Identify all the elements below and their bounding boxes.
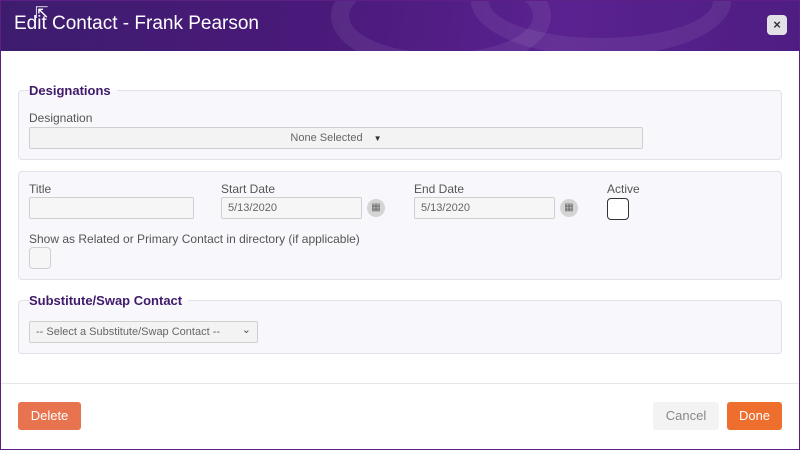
cancel-button[interactable]: Cancel — [653, 402, 719, 430]
dialog-title: Edit Contact - Frank Pearson — [14, 13, 259, 34]
title-label: Title — [29, 182, 52, 196]
designation-label: Designation — [29, 111, 93, 125]
substitute-legend: Substitute/Swap Contact — [29, 293, 189, 308]
designations-panel: Designations Designation None Selected ▼ — [18, 83, 782, 160]
title-input[interactable] — [29, 197, 194, 219]
show-related-label: Show as Related or Primary Contact in di… — [29, 232, 360, 246]
designations-legend: Designations — [29, 83, 117, 98]
footer-divider — [1, 383, 799, 384]
start-date-calendar-icon[interactable]: ▦ — [367, 199, 385, 217]
start-date-input[interactable]: 5/13/2020 — [221, 197, 362, 219]
contact-details-panel: Title Start Date 5/13/2020 ▦ End Date 5/… — [18, 171, 782, 280]
active-label: Active — [607, 182, 640, 196]
active-checkbox[interactable] — [607, 198, 629, 220]
dialog-header[interactable]: Edit Contact - Frank Pearson ⇱ × — [1, 1, 799, 51]
dropdown-caret-icon: ▼ — [373, 134, 382, 143]
show-related-checkbox[interactable] — [29, 247, 51, 269]
substitute-panel: Substitute/Swap Contact -- Select a Subs… — [18, 293, 782, 354]
substitute-select[interactable]: -- Select a Substitute/Swap Contact -- ⌄ — [29, 321, 258, 343]
delete-button[interactable]: Delete — [18, 402, 81, 430]
close-button[interactable]: × — [767, 15, 787, 35]
substitute-select-value: -- Select a Substitute/Swap Contact -- — [36, 326, 221, 338]
designation-select[interactable]: None Selected ▼ — [29, 127, 643, 149]
edit-contact-dialog: Edit Contact - Frank Pearson ⇱ × Designa… — [0, 0, 800, 450]
done-button[interactable]: Done — [727, 402, 782, 430]
end-date-input[interactable]: 5/13/2020 — [414, 197, 555, 219]
select-chevron-icon: ⌄ — [241, 324, 251, 336]
designation-value: None Selected — [290, 132, 363, 144]
end-date-label: End Date — [414, 182, 465, 196]
end-date-calendar-icon[interactable]: ▦ — [560, 199, 578, 217]
move-cursor-icon: ⇱ — [35, 5, 49, 22]
start-date-label: Start Date — [221, 182, 276, 196]
